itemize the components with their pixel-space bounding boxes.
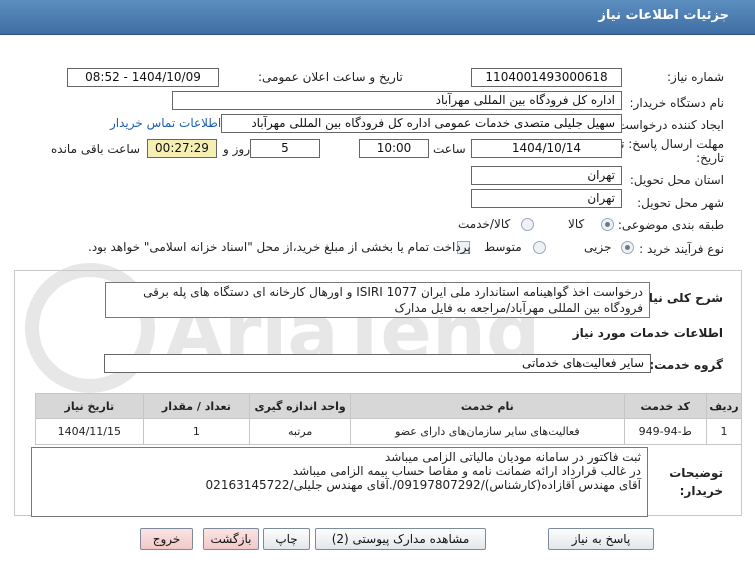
services-table: ردیف کد خدمت نام خدمت واحد اندازه گیری ت…: [35, 393, 743, 445]
view-attachments-button[interactable]: مشاهده مدارک پیوستی (2): [315, 528, 486, 550]
city-field: تهران: [471, 189, 622, 208]
services-section-title: اطلاعات خدمات مورد نیاز: [572, 326, 723, 340]
hour-label: ساعت: [433, 142, 466, 156]
category-goods-service-label: کالا/خدمت: [458, 217, 511, 231]
cell-need-date: 1404/11/15: [35, 418, 144, 445]
remaining-time-label: ساعت باقی مانده: [51, 142, 141, 156]
remaining-time-field: 00:27:29: [147, 139, 217, 158]
process-medium-label: متوسط: [484, 240, 522, 254]
cell-service-name: فعالیت‌های سایر سازمان‌های دارای عضو: [350, 418, 625, 445]
col-need-date: تاریخ نیاز: [35, 393, 144, 419]
deadline-date-label: تاریخ:: [696, 151, 724, 165]
process-medium-radio[interactable]: [533, 241, 546, 254]
province-field: تهران: [471, 166, 622, 185]
col-service-name: نام خدمت: [350, 393, 625, 419]
print-button[interactable]: چاپ: [263, 528, 310, 550]
buyer-notes-field: ثبت فاکتور در سامانه مودیان مالیاتی الزا…: [31, 447, 648, 517]
buyer-org-field: اداره کل فرودگاه بین المللی مهرآباد: [172, 91, 622, 110]
col-service-code: کد خدمت: [623, 393, 707, 419]
process-minor-label: جزیی: [584, 240, 612, 254]
buyer-contact-link[interactable]: اطلاعات تماس خریدار: [110, 116, 221, 130]
days-remaining-field: 5: [250, 139, 320, 158]
creator-field: سهیل جلیلی متصدی خدمات عمومی اداره کل فر…: [221, 114, 622, 133]
page-title: جزئیات اطلاعات نیاز: [598, 8, 729, 23]
deadline-label: مهلت ارسال پاسخ: تا: [617, 137, 724, 151]
cell-unit: مرتبه: [249, 418, 352, 445]
announce-date-field: 1404/10/09 - 08:52: [67, 68, 219, 87]
need-number-label: شماره نیاز:: [667, 70, 724, 84]
category-goods-radio[interactable]: [601, 218, 614, 231]
creator-label: ایجاد کننده درخواست:: [613, 118, 724, 132]
cell-service-code: ط-94-949: [623, 418, 707, 445]
service-group-label: گروه خدمت:: [649, 358, 723, 372]
buyer-notes-label: توضیحات خریدار:: [643, 464, 723, 500]
province-label: استان محل تحویل:: [629, 173, 724, 187]
table-row: 1 ط-94-949 فعالیت‌های سایر سازمان‌های دا…: [35, 418, 743, 445]
category-goods-label: کالا: [568, 217, 585, 231]
process-minor-radio[interactable]: [621, 241, 634, 254]
announce-date-label: تاریخ و ساعت اعلان عمومی:: [258, 70, 403, 84]
treasury-payment-note: پرداخت تمام یا بخشی از مبلغ خرید،از محل …: [88, 240, 471, 254]
services-table-header: ردیف کد خدمت نام خدمت واحد اندازه گیری ت…: [35, 393, 743, 419]
back-button[interactable]: بازگشت: [203, 528, 259, 550]
cell-quantity: 1: [142, 418, 251, 445]
description-field: درخواست اخذ گواهینامه استاندارد ملی ایرا…: [105, 282, 650, 318]
col-unit: واحد اندازه گیری: [249, 393, 352, 419]
page-header: جزئیات اطلاعات نیاز: [0, 0, 755, 35]
col-quantity: تعداد / مقدار: [142, 393, 251, 419]
category-goods-service-radio[interactable]: [521, 218, 534, 231]
buyer-notes-label-text: توضیحات خریدار:: [669, 466, 723, 498]
cell-row: 1: [705, 418, 743, 445]
buyer-org-label: نام دستگاه خریدار:: [629, 96, 725, 110]
note-line-1: ثبت فاکتور در سامانه مودیان مالیاتی الزا…: [384, 450, 641, 464]
note-line-3: آقای مهندس آقازاده(کارشناس)/09197807292/…: [205, 478, 641, 492]
city-label: شهر محل تحویل:: [637, 196, 724, 210]
deadline-time-field: 10:00: [359, 139, 429, 158]
category-label: طبقه بندی موضوعی:: [617, 218, 724, 232]
deadline-date-field: 1404/10/14: [471, 139, 622, 158]
process-type-label: نوع فرآیند خرید :: [639, 242, 724, 256]
days-label: روز و: [223, 142, 250, 156]
note-line-2: در غالب قرارداد ارائه ضمانت نامه و مفاصا…: [292, 464, 641, 478]
exit-button[interactable]: خروج: [140, 528, 193, 550]
service-group-field: سایر فعالیت‌های خدماتی: [104, 354, 651, 373]
col-row: ردیف: [705, 393, 743, 419]
need-number-field: 1104001493000618: [471, 68, 622, 87]
reply-button[interactable]: پاسخ به نیاز: [548, 528, 654, 550]
